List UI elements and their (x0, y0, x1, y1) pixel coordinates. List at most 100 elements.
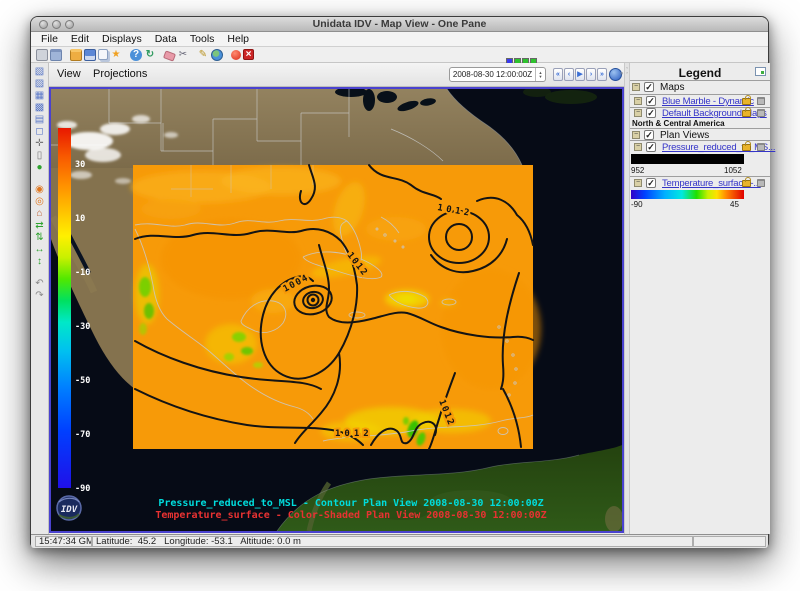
status-position: Latitude: 45.2 Longitude: -53.1 Altitude… (92, 536, 693, 547)
collapse-item-icon[interactable]: − (634, 109, 642, 117)
remove-display-icon[interactable] (757, 143, 765, 151)
window-title: Unidata IDV - Map View - One Pane (31, 18, 768, 30)
lock-icon[interactable] (742, 144, 751, 151)
lock-icon[interactable] (742, 110, 751, 117)
view-menu[interactable]: View (57, 68, 81, 80)
default-maps-checkbox[interactable]: ✓ (646, 108, 656, 118)
legend-section-maps: − ✓ Maps (630, 82, 770, 94)
time-selector[interactable]: 2008-08-30 12:00:00Z ▲▼ (449, 67, 546, 82)
rotate-cube-4-icon[interactable]: ▩ (33, 102, 47, 114)
play-button[interactable]: ▶ (575, 68, 585, 81)
temperature-shaded-overlay (131, 165, 541, 449)
translate-horizontal-icon[interactable]: ↔ (33, 244, 47, 256)
temperature-colorbar-legend[interactable] (631, 190, 744, 199)
collapse-item-icon[interactable]: − (634, 143, 642, 151)
remove-display-icon[interactable] (757, 97, 765, 105)
lock-icon[interactable] (742, 98, 751, 105)
legend-item-temperature: − ✓ Temperature_surface -... (630, 178, 770, 190)
blue-marble-checkbox[interactable]: ✓ (646, 96, 656, 106)
map-scene: 1012 1004 1012 1012 1012 30 10 -10 -30 -… (51, 89, 622, 531)
stop-close-icon[interactable]: × (243, 49, 254, 60)
zoom-out-icon[interactable]: ◎ (33, 196, 47, 208)
reload-display-icon[interactable]: ↻ (144, 49, 156, 61)
maps-section-label: Maps (660, 82, 684, 93)
pressure-colorbar[interactable] (631, 154, 744, 164)
maps-visibility-checkbox[interactable]: ✓ (644, 82, 654, 92)
zoom-in-icon[interactable]: ◉ (33, 184, 47, 196)
title-bar[interactable]: Unidata IDV - Map View - One Pane (31, 17, 768, 32)
temperature-checkbox[interactable]: ✓ (646, 178, 656, 188)
open-bundle-folder-icon[interactable] (70, 49, 82, 61)
float-legend-icon[interactable] (755, 67, 766, 76)
go-to-first-button[interactable]: « (553, 68, 563, 81)
step-forward-button[interactable]: › (586, 68, 596, 81)
projections-menu[interactable]: Projections (93, 68, 147, 80)
step-back-button[interactable]: ‹ (564, 68, 574, 81)
colorbar-tick: 30 (75, 160, 85, 170)
plan-views-visibility-checkbox[interactable]: ✓ (644, 130, 654, 140)
menu-edit[interactable]: Edit (71, 33, 89, 45)
view-panel-bar: View Projections 2008-08-30 12:00:00Z ▲▼… (49, 63, 624, 87)
menu-file[interactable]: File (41, 33, 58, 45)
collapse-item-icon[interactable]: − (634, 179, 642, 187)
colorbar-tick: 10 (75, 214, 85, 224)
colorbar-tick: -50 (75, 376, 90, 386)
colorbar-tick: -30 (75, 322, 90, 332)
translate-vertical-icon[interactable]: ↕ (33, 256, 47, 268)
show-dashboard-icon[interactable] (36, 49, 48, 61)
favorites-star-icon[interactable]: ★ (110, 49, 122, 61)
menu-tools[interactable]: Tools (190, 33, 215, 45)
collapse-item-icon[interactable]: − (634, 97, 642, 105)
status-clock: 15:47:34 GMT (35, 536, 92, 547)
edit-pencil-icon[interactable]: ✎ (197, 49, 209, 61)
menu-displays[interactable]: Displays (102, 33, 142, 45)
time-stepper[interactable]: ▲▼ (535, 68, 545, 81)
idv-logo-text: IDV (61, 505, 78, 515)
copy-bundle-icon[interactable] (98, 49, 108, 60)
idv-logo: IDV (57, 496, 81, 520)
time-selector-value: 2008-08-30 12:00:00Z (450, 70, 535, 79)
globe-green-icon[interactable]: ● (33, 162, 47, 174)
eraser-icon[interactable] (163, 50, 176, 61)
rotate-cube-2-icon[interactable]: ▨ (33, 78, 47, 90)
pressure-checkbox[interactable]: ✓ (646, 142, 656, 152)
record-icon[interactable] (231, 50, 241, 60)
projections-globe-icon[interactable] (211, 49, 223, 61)
legend-panel: Legend − ✓ Maps − ✓ Blue Marble - Dynami… (630, 63, 770, 534)
temperature-caption: Temperature_surface - Color-Shaded Plan … (155, 509, 546, 521)
undo-icon[interactable]: ↶ (33, 278, 47, 290)
lock-icon[interactable] (742, 180, 751, 187)
rotate-cube-3-icon[interactable]: ▦ (33, 90, 47, 102)
remove-display-icon[interactable] (757, 179, 765, 187)
go-to-last-button[interactable]: » (597, 68, 607, 81)
remove-display-icon[interactable] (757, 109, 765, 117)
reset-home-icon[interactable]: ⌂ (33, 208, 47, 220)
temperature-colorbar-min: -90 (631, 200, 643, 212)
status-extra-cell (693, 536, 766, 547)
temperature-colorbar-max: 45 (730, 200, 739, 212)
main-toolbar: ★ ? ↻ ✂ ✎ × (31, 47, 768, 63)
default-maps-link[interactable]: Default Background Maps (662, 108, 767, 119)
blue-marble-link[interactable]: Blue Marble - Dynamic (662, 96, 754, 107)
toolbar-overflow-icon[interactable]: » (620, 71, 623, 77)
rotate-cube-5-icon[interactable]: ▤ (33, 114, 47, 126)
save-bundle-disk-icon[interactable] (84, 49, 96, 61)
rotate-cube-1-icon[interactable]: ▧ (33, 66, 47, 78)
help-icon[interactable]: ? (130, 49, 142, 61)
menu-bar: File Edit Displays Data Tools Help (31, 32, 768, 47)
crosshair-icon[interactable]: ✛ (33, 138, 47, 150)
menu-data[interactable]: Data (155, 33, 177, 45)
pan-horizontal-icon[interactable]: ⇄ (33, 220, 47, 232)
set-viewpoint-box-icon[interactable]: ◻ (33, 126, 47, 138)
idv-main-window: Unidata IDV - Map View - One Pane File E… (30, 16, 769, 547)
new-display-window-icon[interactable] (50, 49, 62, 61)
pan-vertical-icon[interactable]: ⇅ (33, 232, 47, 244)
map-view-canvas[interactable]: 1012 1004 1012 1012 1012 30 10 -10 -30 -… (49, 87, 624, 533)
collapse-maps-icon[interactable]: − (632, 83, 640, 91)
cut-icon[interactable]: ✂ (177, 49, 189, 61)
collapse-plan-views-icon[interactable]: − (632, 131, 640, 139)
contour-label-1012-south: 1012 (335, 429, 373, 439)
menu-help[interactable]: Help (227, 33, 249, 45)
redo-icon[interactable]: ↷ (33, 290, 47, 302)
vertical-scale-icon[interactable]: ▯ (33, 150, 47, 162)
